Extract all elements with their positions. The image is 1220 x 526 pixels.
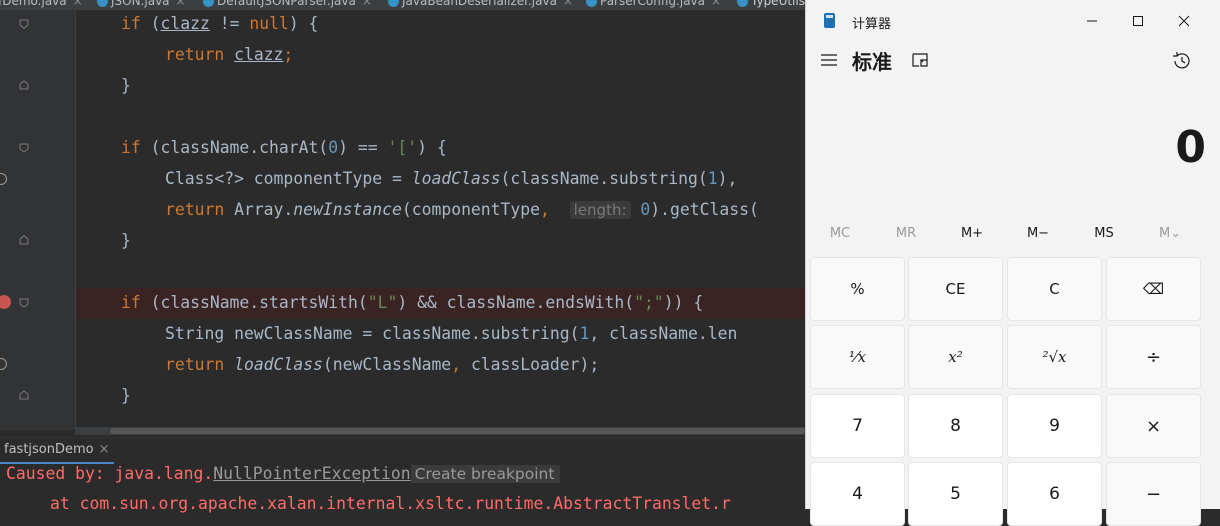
fold-end-icon[interactable] (19, 80, 29, 90)
editor-gutter[interactable] (0, 10, 75, 430)
memory-recall-button[interactable]: MR (873, 222, 939, 246)
fold-start-icon[interactable] (19, 19, 29, 29)
fold-end-icon[interactable] (19, 390, 29, 400)
divide-button[interactable]: ÷ (1106, 325, 1201, 389)
fold-start-icon[interactable] (19, 143, 29, 153)
close-icon (1178, 15, 1190, 27)
code-line[interactable]: return loadClass(newClassName, classLoad… (165, 349, 599, 380)
console-line: at com.sun.org.apache.xalan.internal.xsl… (50, 494, 731, 513)
code-line[interactable]: } (121, 380, 131, 411)
memory-add-button[interactable]: M+ (939, 222, 1005, 246)
minus-button[interactable]: − (1106, 462, 1201, 526)
digit-5-button[interactable]: 5 (908, 462, 1003, 526)
parameter-hint: length: (569, 201, 631, 219)
memory-store-button[interactable]: MS (1071, 222, 1137, 246)
code-line[interactable]: if (className.charAt(0) == '[') { (121, 132, 447, 163)
fold-end-icon[interactable] (19, 235, 29, 245)
minimize-icon (1087, 20, 1097, 22)
close-button[interactable] (1161, 8, 1207, 34)
window-title: 计算器 (852, 17, 892, 32)
digit-8-button[interactable]: 8 (908, 394, 1003, 458)
create-breakpoint-link[interactable]: Create breakpoint (410, 465, 561, 483)
code-line[interactable]: } (121, 70, 131, 101)
reciprocal-button[interactable]: ¹⁄x (810, 325, 905, 389)
history-icon[interactable] (1171, 50, 1193, 72)
keep-on-top-icon[interactable] (910, 50, 930, 70)
code-line[interactable]: return Array.newInstance(componentType, … (165, 194, 759, 225)
clear-button[interactable]: C (1007, 257, 1102, 321)
multiply-button[interactable]: × (1106, 394, 1201, 458)
digit-4-button[interactable]: 4 (810, 462, 905, 526)
run-tab-fastjsondemo[interactable]: fastjsonDemo × (0, 438, 114, 464)
close-icon[interactable]: × (99, 442, 110, 457)
percent-button[interactable]: % (810, 257, 905, 321)
code-line[interactable]: } (121, 225, 131, 256)
scrollbar-thumb[interactable] (110, 428, 805, 434)
code-line[interactable]: if (className.startsWith("L") && classNa… (121, 287, 703, 318)
code-line[interactable]: Class<?> componentType = loadClass(class… (165, 163, 747, 194)
menu-icon[interactable] (820, 51, 838, 69)
result-display: 0 (1175, 122, 1206, 173)
digit-7-button[interactable]: 7 (810, 394, 905, 458)
square-root-button[interactable]: ²√x (1007, 325, 1102, 389)
code-line[interactable]: String newClassName = className.substrin… (165, 318, 737, 349)
backspace-button[interactable]: ⌫ (1106, 257, 1201, 321)
memory-clear-button[interactable]: MC (807, 222, 873, 246)
digit-6-button[interactable]: 6 (1007, 462, 1102, 526)
code-line[interactable]: return clazz; (165, 39, 293, 70)
square-button[interactable]: x² (908, 325, 1003, 389)
memory-list-button[interactable]: M⌄ (1137, 222, 1203, 246)
mode-title: 标准 (852, 50, 892, 74)
maximize-icon (1133, 16, 1143, 26)
gutter-divider (75, 10, 76, 430)
memory-subtract-button[interactable]: M− (1005, 222, 1071, 246)
console-line: Caused by: java.lang.NullPointerExceptio… (6, 464, 561, 483)
maximize-button[interactable] (1115, 8, 1161, 34)
exception-link[interactable]: NullPointerException (213, 464, 410, 483)
calculator-app-icon (824, 13, 835, 28)
code-line[interactable]: if (clazz != null) { (121, 8, 318, 39)
run-tab-label: fastjsonDemo (4, 442, 94, 457)
code-editor[interactable]: if (clazz != null) { return clazz; } if … (0, 0, 805, 430)
calculator-window[interactable]: 计算器 标准 0 MC MR M+ M− MS M⌄ % CE C ⌫ ¹⁄x … (805, 0, 1220, 526)
clear-entry-button[interactable]: CE (908, 257, 1003, 321)
digit-9-button[interactable]: 9 (1007, 394, 1102, 458)
fold-start-icon[interactable] (19, 298, 29, 308)
minimize-button[interactable] (1069, 8, 1115, 34)
